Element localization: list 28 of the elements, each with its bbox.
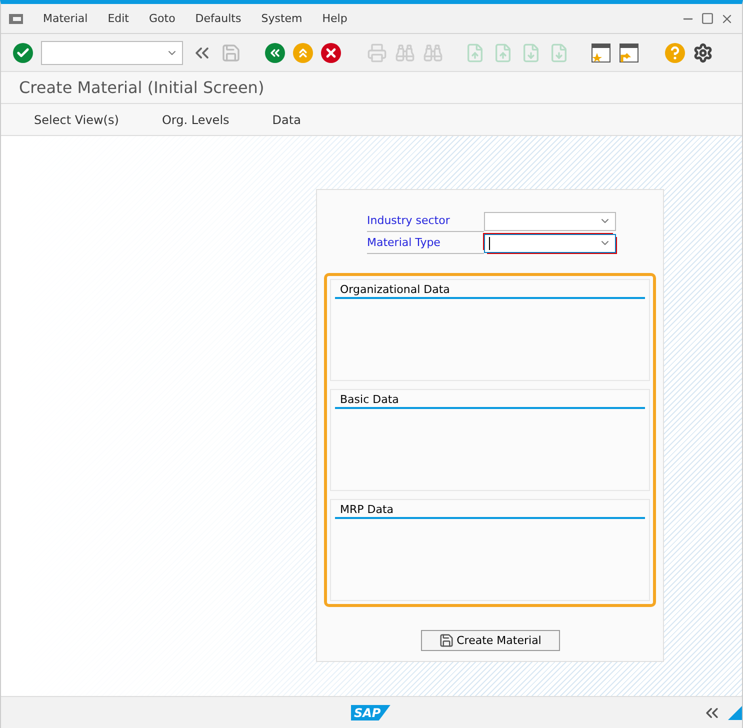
toolbar-button[interactable]: Org. Levels [162, 112, 230, 126]
create-material-button[interactable]: Create Material [420, 630, 560, 651]
menu-item[interactable]: Help [322, 12, 348, 25]
group-title: MRP Data [335, 500, 645, 519]
toolbar-button[interactable]: Data [272, 112, 301, 126]
menu-item[interactable]: Defaults [195, 12, 242, 25]
menu-item[interactable]: System [261, 12, 302, 25]
dropdown-field[interactable] [484, 212, 616, 230]
menu-icon[interactable] [9, 14, 23, 24]
group-title: Organizational Data [335, 280, 645, 299]
command-field[interactable] [41, 40, 183, 64]
maximize-icon[interactable] [701, 12, 714, 26]
screen-title: Create Material (Initial Screen) [19, 78, 264, 97]
back-icon[interactable] [265, 42, 285, 62]
settings-icon[interactable] [693, 42, 713, 62]
cancel-icon[interactable] [321, 42, 341, 62]
check-icon[interactable] [13, 42, 33, 62]
menu-item[interactable]: Material [43, 12, 88, 25]
exit-icon[interactable] [293, 42, 313, 62]
menu-item[interactable]: Edit [108, 12, 129, 25]
toolbar-button[interactable]: Select View(s) [34, 112, 119, 126]
help-icon[interactable] [665, 42, 685, 62]
resize-grip-icon[interactable] [728, 706, 742, 720]
save-icon [438, 633, 454, 648]
menu-item[interactable]: Goto [149, 12, 176, 25]
logo: SAP [351, 704, 391, 720]
group-title: Basic Data [335, 390, 645, 409]
dropdown-field[interactable] [484, 234, 616, 252]
